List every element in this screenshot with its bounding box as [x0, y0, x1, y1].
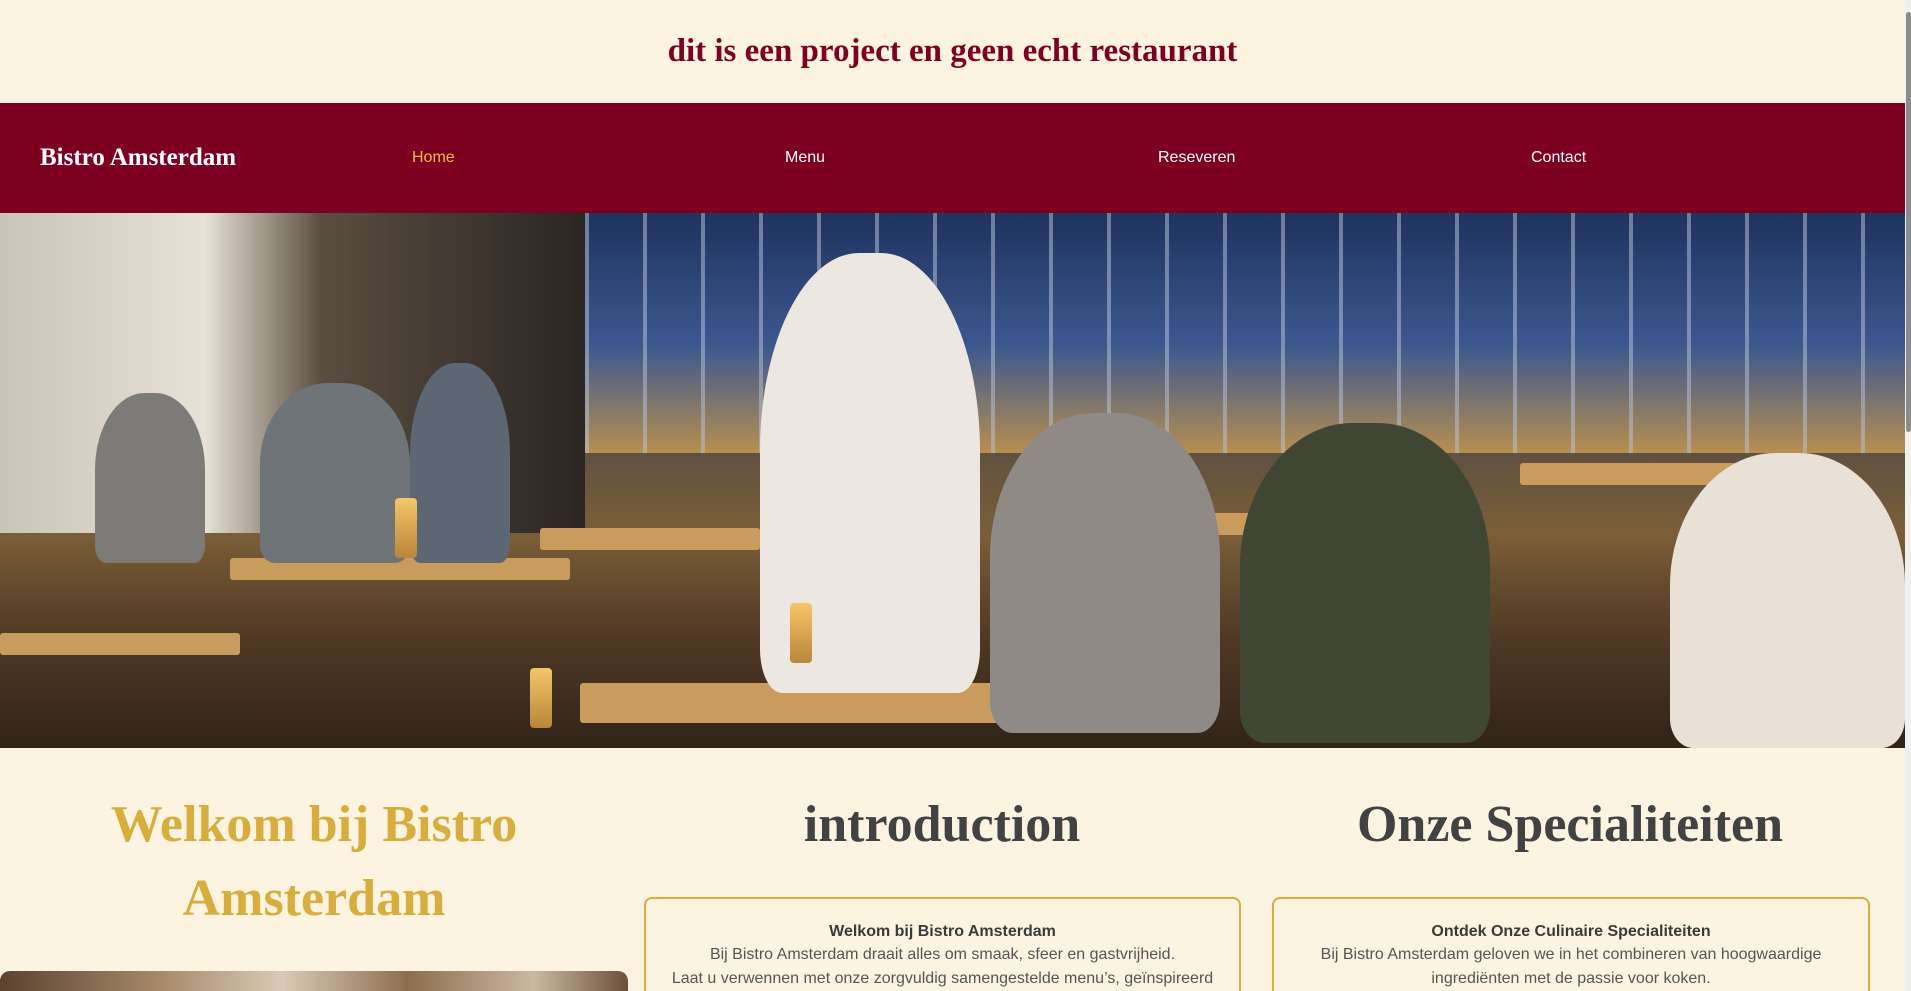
introduction-card: Welkom bij Bistro Amsterdam Bij Bistro A… [644, 897, 1241, 991]
welcome-heading: Welkom bij Bistro Amsterdam [0, 788, 628, 936]
brand-logo-text[interactable]: Bistro Amsterdam [40, 103, 236, 213]
specialties-heading: Onze Specialiteiten [1356, 796, 1784, 853]
disclaimer-banner: dit is een project en geen echt restaura… [0, 0, 1905, 103]
nav-link-home[interactable]: Home [412, 103, 455, 213]
hero-diner [1240, 423, 1490, 743]
hero-table-lamp [530, 668, 552, 728]
introduction-card-text: Laat u verwennen met onze zorgvuldig sam… [671, 970, 1214, 987]
page-scrollbar[interactable] [1905, 0, 1911, 991]
specialties-card: Ontdek Onze Culinaire Specialiteiten Bij… [1272, 897, 1870, 991]
welcome-heading-line2: Amsterdam [182, 870, 446, 927]
hero-diner [260, 383, 410, 563]
introduction-card-text: Bij Bistro Amsterdam draait alles om sma… [709, 946, 1176, 963]
main-navbar: Bistro Amsterdam Home Menu Reseveren Con… [0, 103, 1905, 213]
nav-link-menu[interactable]: Menu [785, 103, 825, 213]
scrollbar-thumb[interactable] [1906, 12, 1911, 432]
hero-diner [1670, 453, 1905, 748]
nav-link-reserveren[interactable]: Reseveren [1158, 103, 1235, 213]
nav-link-contact[interactable]: Contact [1531, 103, 1586, 213]
introduction-card-title: Welkom bij Bistro Amsterdam [829, 923, 1056, 940]
specialties-card-title: Ontdek Onze Culinaire Specialiteiten [1431, 923, 1711, 940]
hero-table-lamp [790, 603, 812, 663]
hero-diner [410, 363, 510, 563]
hero-diner [990, 413, 1220, 733]
welcome-heading-line1: Welkom bij Bistro [110, 796, 518, 853]
specialties-card-text: ingrediënten met de passie voor koken. [1431, 970, 1711, 987]
hero-table [540, 528, 760, 550]
introduction-heading: introduction [803, 796, 1081, 853]
hero-table-lamp [395, 498, 417, 558]
hero-restaurant-image [0, 213, 1905, 748]
specialties-card-text: Bij Bistro Amsterdam geloven we in het c… [1320, 946, 1822, 963]
welcome-image [0, 971, 628, 991]
hero-table [0, 633, 240, 655]
hero-diner [95, 393, 205, 563]
